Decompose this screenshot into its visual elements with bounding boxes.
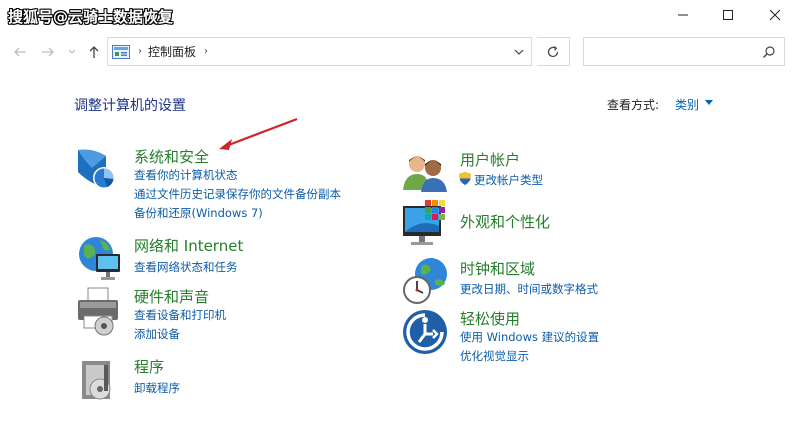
link-backup-restore[interactable]: 备份和还原(Windows 7): [134, 205, 263, 221]
watermark: 搜狐号@云骑士数据恢复: [8, 8, 174, 26]
address-bar[interactable]: › 控制面板 ›: [107, 37, 532, 66]
chevron-right-icon: ›: [138, 46, 142, 57]
category-network-internet[interactable]: 网络和 Internet: [134, 235, 243, 256]
chevron-down-icon[interactable]: [513, 46, 525, 58]
link-recommended-settings[interactable]: 使用 Windows 建议的设置: [460, 329, 599, 345]
refresh-icon: [547, 45, 559, 57]
monitor-palette-icon[interactable]: [401, 200, 451, 250]
programs-icon[interactable]: [74, 355, 124, 405]
view-by-label: 查看方式:: [607, 98, 660, 112]
control-panel-icon: [112, 44, 130, 59]
link-add-device[interactable]: 添加设备: [134, 326, 180, 342]
printer-icon[interactable]: [74, 286, 124, 336]
category-hardware-sound[interactable]: 硬件和声音: [134, 286, 209, 307]
users-icon[interactable]: [401, 150, 451, 200]
category-clock-region[interactable]: 时钟和区域: [460, 258, 535, 279]
ease-of-access-icon[interactable]: [401, 308, 451, 358]
arrow-right-icon: [42, 47, 54, 57]
minimize-button[interactable]: [660, 0, 706, 30]
clock-globe-icon[interactable]: [401, 256, 451, 306]
category-system-security[interactable]: 系统和安全: [134, 146, 209, 167]
link-change-account-type[interactable]: 更改帐户类型: [474, 172, 543, 188]
back-button[interactable]: [10, 42, 30, 62]
uac-shield-icon: [459, 172, 471, 185]
recent-locations-button[interactable]: [62, 42, 82, 62]
maximize-icon: [723, 10, 733, 20]
link-file-history[interactable]: 通过文件历史记录保存你的文件备份副本: [134, 186, 341, 202]
forward-button[interactable]: [38, 42, 58, 62]
link-change-date-time-format[interactable]: 更改日期、时间或数字格式: [460, 281, 598, 297]
minimize-icon: [678, 14, 688, 16]
search-input[interactable]: [583, 37, 785, 66]
up-button[interactable]: [84, 42, 104, 62]
link-uninstall-program[interactable]: 卸载程序: [134, 380, 180, 396]
search-icon: [763, 46, 775, 58]
category-appearance[interactable]: 外观和个性化: [460, 211, 550, 232]
link-network-status[interactable]: 查看网络状态和任务: [134, 259, 238, 275]
caret-down-icon[interactable]: [705, 100, 713, 106]
close-button[interactable]: [752, 0, 798, 30]
shield-icon[interactable]: [74, 146, 124, 196]
close-icon: [769, 9, 781, 21]
network-globe-icon[interactable]: [74, 234, 124, 284]
breadcrumb-control-panel[interactable]: 控制面板: [148, 43, 196, 60]
link-devices-printers[interactable]: 查看设备和打印机: [134, 307, 226, 323]
link-optimize-visual-display[interactable]: 优化视觉显示: [460, 348, 529, 364]
maximize-button[interactable]: [705, 0, 751, 30]
view-by-dropdown[interactable]: 类别: [675, 96, 699, 113]
arrow-left-icon: [14, 47, 26, 57]
chevron-down-icon: [68, 49, 76, 54]
page-title: 调整计算机的设置: [74, 98, 186, 114]
category-user-accounts[interactable]: 用户帐户: [460, 149, 520, 170]
category-ease-of-access[interactable]: 轻松使用: [460, 308, 520, 329]
category-programs[interactable]: 程序: [134, 356, 164, 377]
navigation-bar: › 控制面板 ›: [0, 36, 798, 68]
refresh-button[interactable]: [537, 37, 570, 66]
arrow-up-icon: [89, 46, 99, 58]
link-view-computer-status[interactable]: 查看你的计算机状态: [134, 167, 238, 183]
chevron-right-icon[interactable]: ›: [204, 46, 208, 57]
